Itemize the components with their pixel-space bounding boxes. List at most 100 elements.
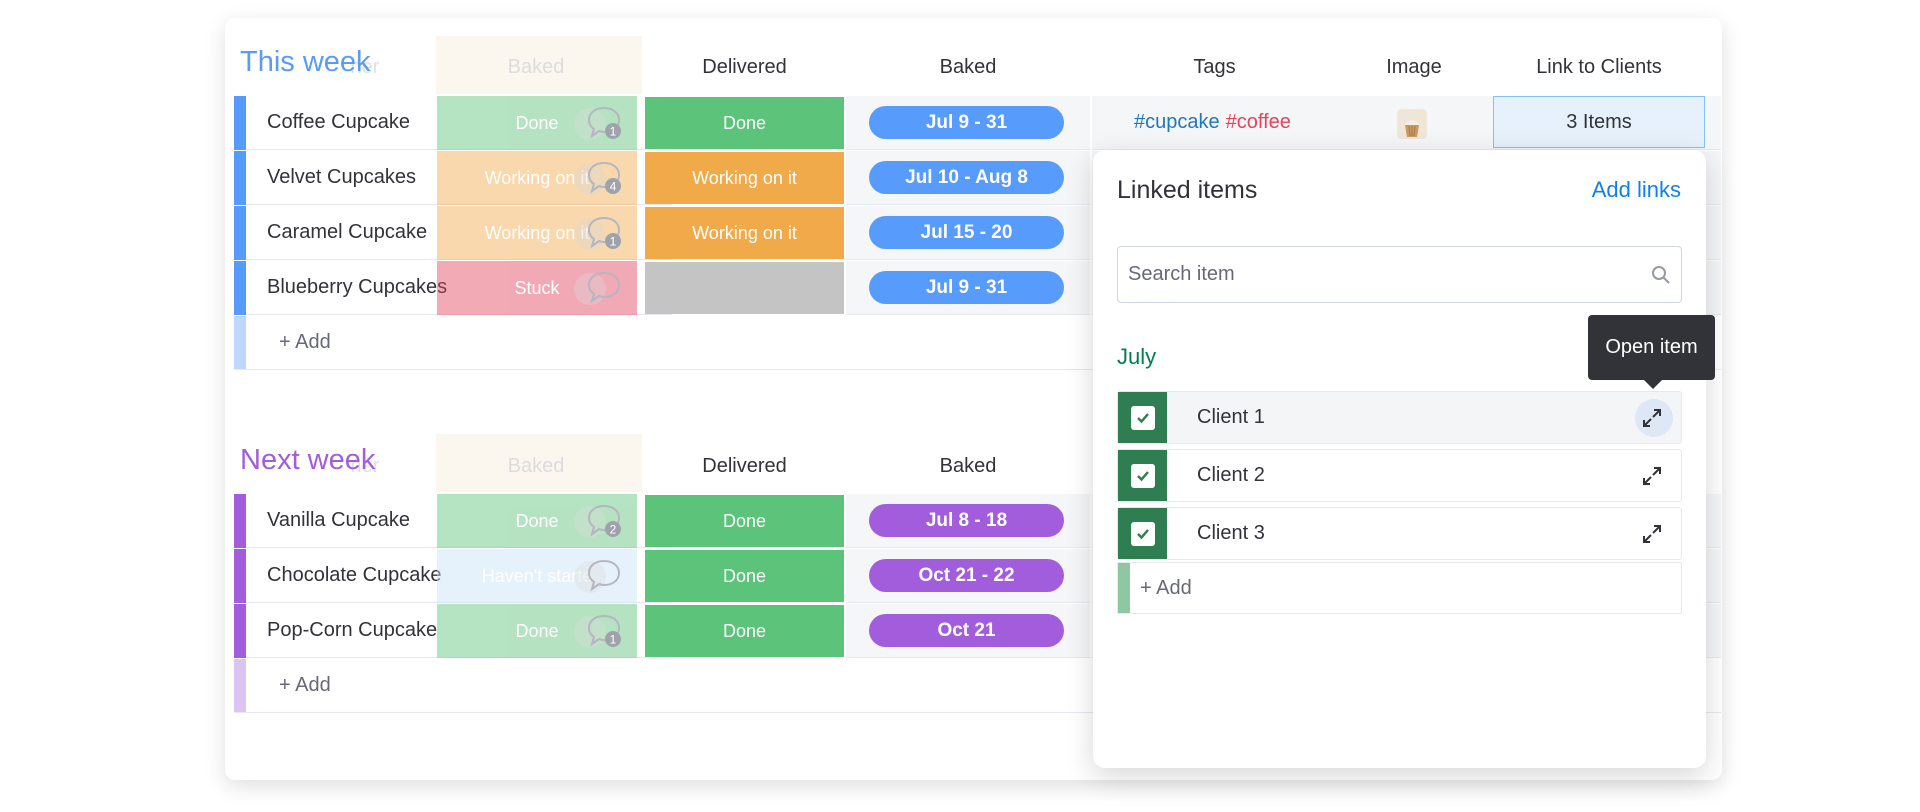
comment-bubble-icon[interactable]: 4 [586,160,622,194]
comment-count: 2 [610,523,617,537]
timeline-cell[interactable]: Jul 9 - 31 [846,96,1090,150]
status-label: Done [722,620,767,641]
linked-item-row[interactable]: Client 1 [1117,391,1682,444]
add-linked-item-row[interactable]: + Add [1117,562,1682,614]
comment-count: 1 [610,125,617,139]
linked-item-name[interactable]: Client 2 [1197,464,1265,487]
comment-bubble-icon[interactable]: 1 [586,215,622,249]
linked-items-panel: Linked items Add links Search item July … [1093,150,1706,768]
item-name-text: Chocolate Cupcake [267,564,442,586]
item-name-text: Coffee Cupcake [267,111,411,133]
link-to-clients-cell[interactable]: 3 Items [1493,96,1705,148]
group-color-bar [234,659,246,712]
timeline-pill[interactable]: Jul 9 - 31 [869,106,1064,139]
cupcake-image-thumbnail[interactable] [1397,109,1427,139]
group-section-title: July [1117,344,1157,369]
delivered-status[interactable]: Done [645,605,844,657]
linked-count: 3 Items [1566,110,1632,133]
group-color-bar [234,604,246,658]
tag[interactable]: #cupcake [1134,111,1220,133]
group-color-bar [234,96,246,150]
checkbox[interactable] [1130,521,1155,546]
image-column-header[interactable]: Image [1339,56,1489,79]
group-color-bar [234,151,246,205]
comment-bubble-icon[interactable]: 2 [586,503,622,537]
checkmark-icon [1136,470,1149,481]
group-color-bar [234,316,246,369]
delivered-column-header[interactable]: Delivered [645,455,844,478]
linked-item-row[interactable]: Client 2 [1117,449,1682,502]
tags-cell[interactable]: #cupcake #coffee [1134,111,1291,134]
delivered-status[interactable]: Done [645,495,844,547]
checkbox[interactable] [1130,405,1155,430]
comment-bubble-icon[interactable]: 1 [586,613,622,647]
checkmark-icon [1136,412,1149,423]
expand-icon[interactable] [1641,523,1663,545]
comment-bubble-icon[interactable]: 1 [586,105,622,139]
item-name-text: Vanilla Cupcake [267,509,411,531]
timeline-cell[interactable]: Oct 21 [846,604,1090,658]
status-label: Done [722,112,767,133]
linked-item-name[interactable]: Client 1 [1197,406,1265,429]
group-title[interactable]: Next week [240,444,375,477]
search-icon [1652,266,1670,284]
timeline-pill[interactable]: Oct 21 - 22 [869,559,1064,592]
status-label: Working on it [692,222,797,243]
faded-status-text: Done [515,112,559,133]
timeline-pill[interactable]: Jul 15 - 20 [869,216,1064,249]
delivered-status[interactable] [645,262,844,314]
add-links-button[interactable]: Add links [1592,177,1681,203]
comment-count: 1 [610,235,617,249]
delivered-status[interactable]: Working on it [645,207,844,259]
timeline-pill[interactable]: Jul 8 - 18 [869,504,1064,537]
timeline-cell[interactable]: Jul 9 - 31 [846,261,1090,315]
checkmark-icon [1136,528,1149,539]
timeline-pill[interactable]: Jul 10 - Aug 8 [869,161,1064,194]
checkbox-cell[interactable] [1118,508,1167,559]
group-color-bar [234,261,246,315]
timeline-cell[interactable]: Jul 10 - Aug 8 [846,151,1090,205]
baked-header-faded: Baked [507,455,565,477]
linked-item-row[interactable]: Client 3 [1117,507,1682,560]
delivered-status[interactable]: Done [645,97,844,149]
search-input[interactable]: Search item [1117,246,1682,303]
item-name-text: Velvet Cupcakes [267,166,416,188]
group-color-bar [1118,563,1130,613]
panel-title: Linked items [1117,176,1258,204]
faded-status-text: Stuck [514,277,560,298]
item-name-text: Blueberry Cupcakes [267,276,448,298]
add-item-label[interactable]: + Add [279,674,331,697]
tag[interactable]: #coffee [1226,111,1291,133]
checkbox[interactable] [1130,463,1155,488]
timeline-cell[interactable]: Jul 8 - 18 [846,494,1090,548]
checkbox-cell[interactable] [1118,392,1167,443]
timeline-pill[interactable]: Oct 21 [869,614,1064,647]
tooltip-text: Open item [1605,336,1698,358]
timeline-cell[interactable]: Oct 21 - 22 [846,549,1090,603]
expand-icon[interactable] [1641,407,1663,429]
baked-header-faded: Baked [507,56,565,78]
comment-count: 1 [610,633,617,647]
group-title[interactable]: This week [240,46,371,79]
add-item-label[interactable]: + Add [279,331,331,354]
delivered-status[interactable]: Done [645,550,844,602]
cupcake-icon [1404,120,1420,137]
comment-bubble-icon[interactable] [586,270,622,304]
baked-column-header[interactable]: Baked [846,455,1090,478]
group-color-bar [234,494,246,548]
timeline-pill[interactable]: Jul 9 - 31 [869,271,1064,304]
linked-item-name[interactable]: Client 3 [1197,522,1265,545]
baked-column-header[interactable]: Baked [846,56,1090,79]
timeline-cell[interactable]: Jul 15 - 20 [846,206,1090,260]
tags-column-header[interactable]: Tags [1092,56,1337,79]
delivered-column-header[interactable]: Delivered [645,56,844,79]
checkbox-cell[interactable] [1118,450,1167,501]
open-item-tooltip: Open item [1588,315,1715,389]
faded-status-text: Done [515,620,559,641]
link-column-header[interactable]: Link to Clients [1491,56,1707,79]
add-linked-item-label[interactable]: + Add [1140,577,1192,600]
status-label: Done [722,510,767,531]
expand-icon[interactable] [1641,465,1663,487]
delivered-status[interactable]: Working on it [645,152,844,204]
comment-bubble-icon[interactable] [586,558,622,592]
